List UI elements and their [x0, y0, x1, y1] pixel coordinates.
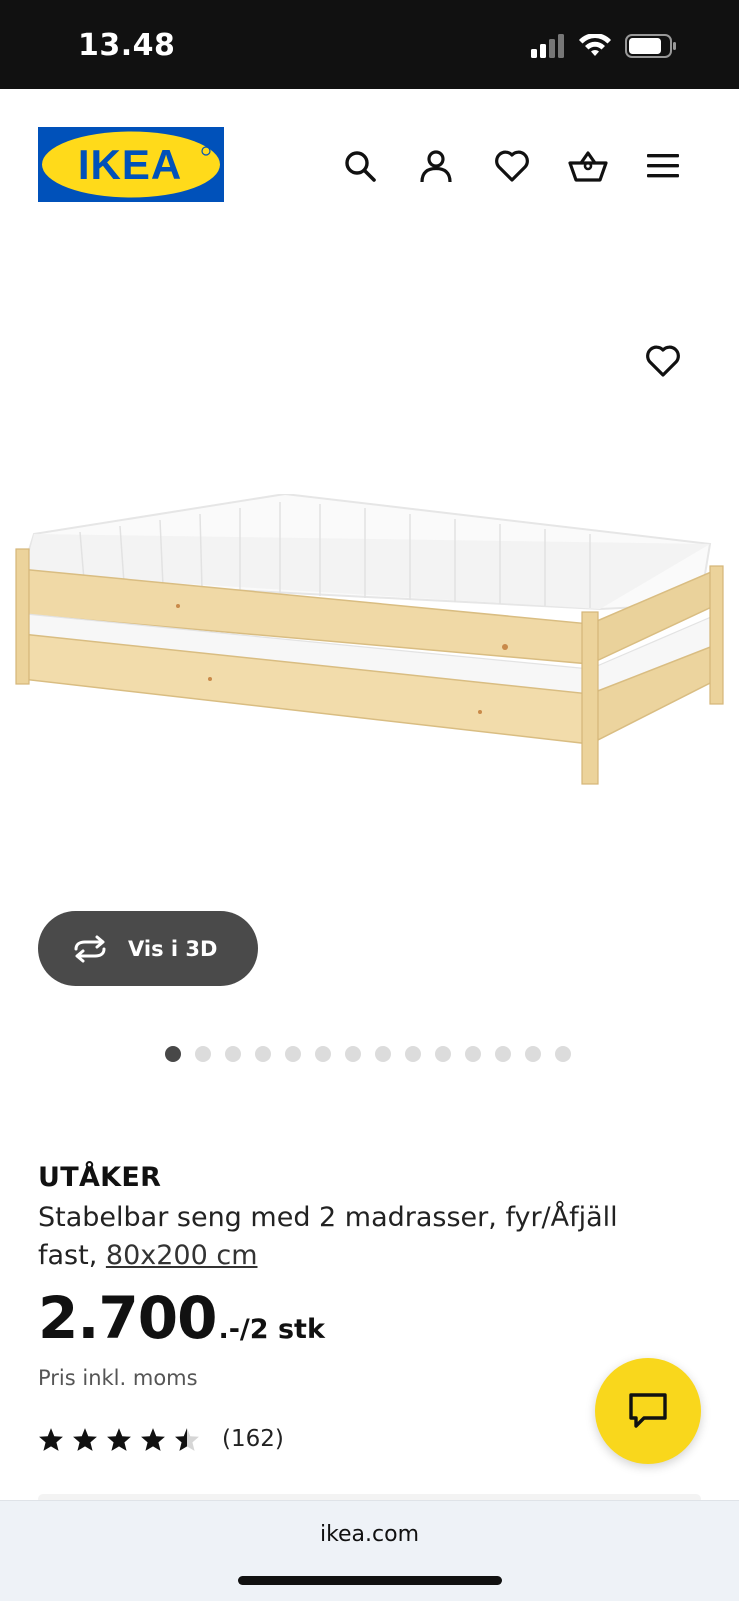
- status-bar: 13.48: [0, 0, 739, 89]
- carousel-dot[interactable]: [555, 1046, 571, 1062]
- carousel-dot[interactable]: [405, 1046, 421, 1062]
- favorite-button[interactable]: [640, 338, 686, 384]
- price-value: 2.700: [38, 1284, 217, 1352]
- carousel-dot[interactable]: [225, 1046, 241, 1062]
- star-icon: [141, 1427, 165, 1451]
- product-rating[interactable]: (162): [38, 1426, 284, 1452]
- heart-icon: [646, 345, 680, 377]
- carousel-dot[interactable]: [285, 1046, 301, 1062]
- search-button[interactable]: [338, 144, 382, 188]
- half-star-icon: [175, 1427, 199, 1451]
- signal-icon: [531, 34, 564, 58]
- star-icon: [39, 1427, 63, 1451]
- wifi-icon: [579, 34, 611, 56]
- basket-icon: [568, 151, 608, 182]
- battery-icon: [625, 34, 676, 58]
- star-icon: [73, 1427, 97, 1451]
- carousel-dot[interactable]: [165, 1046, 181, 1062]
- status-icons: [531, 34, 677, 58]
- rotate-3d-icon: [70, 934, 112, 964]
- size-link[interactable]: 80x200 cm: [106, 1240, 258, 1271]
- ikea-logo[interactable]: IKEA: [38, 127, 224, 202]
- carousel-dot[interactable]: [195, 1046, 211, 1062]
- search-icon: [345, 151, 376, 182]
- browser-url[interactable]: ikea.com: [0, 1522, 739, 1547]
- carousel-dot[interactable]: [495, 1046, 511, 1062]
- chat-button[interactable]: [595, 1358, 701, 1464]
- view-3d-button[interactable]: Vis i 3D: [38, 911, 258, 986]
- view-3d-label: Vis i 3D: [128, 936, 218, 961]
- carousel-dot[interactable]: [345, 1046, 361, 1062]
- site-header: IKEA: [0, 89, 739, 239]
- account-icon: [420, 150, 452, 183]
- carousel-dots: [165, 1046, 571, 1062]
- carousel-dot[interactable]: [435, 1046, 451, 1062]
- product-name: UTÅKER: [38, 1162, 162, 1193]
- star-icon: [107, 1427, 131, 1451]
- product-price: 2.700 .-/2 stk: [38, 1284, 325, 1352]
- product-gallery[interactable]: [0, 239, 739, 919]
- basket-button[interactable]: [566, 144, 610, 188]
- account-button[interactable]: [414, 144, 458, 188]
- product-image: [15, 494, 724, 785]
- carousel-dot[interactable]: [465, 1046, 481, 1062]
- price-unit: .-/2 stk: [218, 1314, 325, 1345]
- menu-button[interactable]: [641, 144, 685, 188]
- carousel-dot[interactable]: [375, 1046, 391, 1062]
- menu-icon: [647, 154, 679, 178]
- wishlist-button[interactable]: [490, 144, 534, 188]
- product-description: Stabelbar seng med 2 madrasser, fyr/Åfjä…: [38, 1199, 658, 1275]
- heart-icon: [495, 150, 529, 182]
- svg-text:IKEA: IKEA: [78, 141, 182, 188]
- carousel-dot[interactable]: [315, 1046, 331, 1062]
- review-count: (162): [222, 1426, 284, 1452]
- status-time: 13.48: [78, 28, 176, 63]
- vat-note: Pris inkl. moms: [38, 1366, 198, 1390]
- home-indicator[interactable]: [238, 1576, 502, 1585]
- carousel-dot[interactable]: [255, 1046, 271, 1062]
- chat-icon: [629, 1393, 667, 1428]
- browser-bar: [0, 1500, 739, 1601]
- carousel-dot[interactable]: [525, 1046, 541, 1062]
